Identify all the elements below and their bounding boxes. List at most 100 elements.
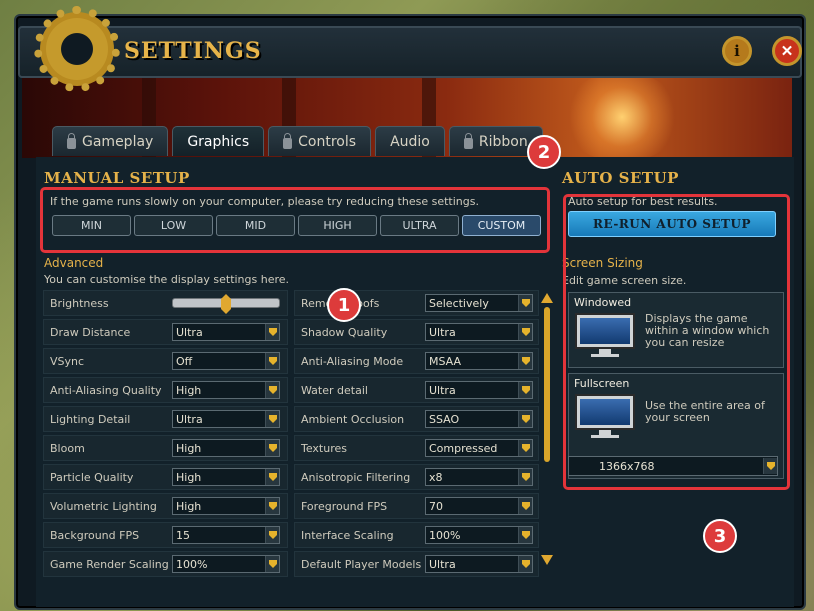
brightness-slider[interactable] <box>172 294 280 314</box>
setting-row: Lighting Detail Ultra <box>43 406 288 432</box>
tab-label: Gameplay <box>82 133 154 150</box>
chevron-down-icon <box>265 556 279 572</box>
setting-row: Water detail Ultra <box>294 377 539 403</box>
setting-label: Default Player Models <box>301 557 422 571</box>
setting-dropdown[interactable]: Ultra <box>425 555 533 573</box>
setting-dropdown[interactable]: Ultra <box>425 323 533 341</box>
setting-row: Volumetric Lighting High <box>43 493 288 519</box>
callout-badge-1: 1 <box>327 288 361 322</box>
setting-label: Volumetric Lighting <box>50 499 157 513</box>
setting-dropdown[interactable]: MSAA <box>425 352 533 370</box>
setting-value: x8 <box>429 470 443 484</box>
setting-label: Background FPS <box>50 528 140 542</box>
chevron-down-icon <box>518 295 532 311</box>
chevron-down-icon <box>518 440 532 456</box>
setting-row: Foreground FPS 70 <box>294 493 539 519</box>
scroll-up-arrow-icon[interactable] <box>541 293 553 303</box>
setting-value: High <box>176 383 202 397</box>
setting-dropdown[interactable]: High <box>172 381 280 399</box>
setting-dropdown[interactable]: High <box>172 497 280 515</box>
setting-dropdown[interactable]: Ultra <box>172 323 280 341</box>
highlight-box-auto-setup <box>563 194 790 490</box>
setting-label: Ambient Occlusion <box>301 412 405 426</box>
tab-gameplay[interactable]: Gameplay <box>52 126 169 156</box>
setting-dropdown[interactable]: Off <box>172 352 280 370</box>
setting-dropdown[interactable]: High <box>172 468 280 486</box>
setting-row: Textures Compressed <box>294 435 539 461</box>
setting-value: SSAO <box>429 412 460 426</box>
lock-icon <box>463 132 473 149</box>
setting-label: VSync <box>50 354 85 368</box>
setting-dropdown[interactable]: 100% <box>172 555 280 573</box>
lock-icon <box>283 132 293 149</box>
tab-bar: Gameplay Graphics Controls Audio Ribbon <box>52 126 543 156</box>
auto-setup-title: AUTO SETUP <box>562 169 679 187</box>
window-title: SETTINGS <box>124 38 262 64</box>
setting-value: High <box>176 441 202 455</box>
setting-label: Particle Quality <box>50 470 134 484</box>
setting-label: Anti-Aliasing Quality <box>50 383 162 397</box>
setting-value: MSAA <box>429 354 462 368</box>
setting-row: Bloom High <box>43 435 288 461</box>
setting-row: VSync Off <box>43 348 288 374</box>
tab-controls[interactable]: Controls <box>268 126 372 156</box>
setting-dropdown[interactable]: High <box>172 439 280 457</box>
chevron-down-icon <box>265 469 279 485</box>
setting-value: 100% <box>429 528 461 542</box>
setting-dropdown[interactable]: Selectively <box>425 294 533 312</box>
setting-row: Draw Distance Ultra <box>43 319 288 345</box>
gear-icon <box>34 6 120 92</box>
callout-badge-2: 2 <box>527 135 561 169</box>
setting-label: Bloom <box>50 441 85 455</box>
setting-row: Brightness <box>43 290 288 316</box>
setting-dropdown[interactable]: 15 <box>172 526 280 544</box>
setting-row: Anti-Aliasing Quality High <box>43 377 288 403</box>
settings-scrollbar[interactable] <box>541 293 553 565</box>
callout-badge-3: 3 <box>703 519 737 553</box>
chevron-down-icon <box>518 498 532 514</box>
setting-dropdown[interactable]: Ultra <box>425 381 533 399</box>
chevron-down-icon <box>265 411 279 427</box>
tab-graphics[interactable]: Graphics <box>172 126 265 156</box>
chevron-down-icon <box>265 324 279 340</box>
chevron-down-icon <box>265 498 279 514</box>
setting-value: High <box>176 499 202 513</box>
setting-row: Ambient Occlusion SSAO <box>294 406 539 432</box>
setting-value: Ultra <box>176 412 203 426</box>
tab-audio[interactable]: Audio <box>375 126 445 156</box>
setting-label: Water detail <box>301 383 368 397</box>
chevron-down-icon <box>265 353 279 369</box>
setting-dropdown[interactable]: Ultra <box>172 410 280 428</box>
chevron-down-icon <box>518 556 532 572</box>
setting-label: Game Render Scaling <box>50 557 169 571</box>
setting-row: Shadow Quality Ultra <box>294 319 539 345</box>
setting-label: Shadow Quality <box>301 325 388 339</box>
close-button[interactable]: ✕ <box>772 36 802 66</box>
setting-dropdown[interactable]: x8 <box>425 468 533 486</box>
tab-label: Ribbon <box>478 133 528 150</box>
setting-value: High <box>176 470 202 484</box>
setting-label: Anti-Aliasing Mode <box>301 354 404 368</box>
setting-dropdown[interactable]: 70 <box>425 497 533 515</box>
scroll-down-arrow-icon[interactable] <box>541 555 553 565</box>
setting-row: Anti-Aliasing Mode MSAA <box>294 348 539 374</box>
chevron-down-icon <box>265 382 279 398</box>
chevron-down-icon <box>265 527 279 543</box>
scroll-thumb[interactable] <box>544 307 550 462</box>
info-button[interactable]: i <box>722 36 752 66</box>
setting-dropdown[interactable]: 100% <box>425 526 533 544</box>
setting-value: 70 <box>429 499 443 513</box>
setting-label: Textures <box>301 441 347 455</box>
slider-thumb[interactable] <box>221 294 231 314</box>
setting-label: Interface Scaling <box>301 528 394 542</box>
setting-row: Anisotropic Filtering x8 <box>294 464 539 490</box>
setting-label: Draw Distance <box>50 325 131 339</box>
setting-row: Particle Quality High <box>43 464 288 490</box>
chevron-down-icon <box>518 353 532 369</box>
setting-label: Anisotropic Filtering <box>301 470 411 484</box>
advanced-desc: You can customise the display settings h… <box>44 273 290 286</box>
setting-dropdown[interactable]: SSAO <box>425 410 533 428</box>
setting-dropdown[interactable]: Compressed <box>425 439 533 457</box>
setting-label: Brightness <box>50 296 109 310</box>
chevron-down-icon <box>518 411 532 427</box>
